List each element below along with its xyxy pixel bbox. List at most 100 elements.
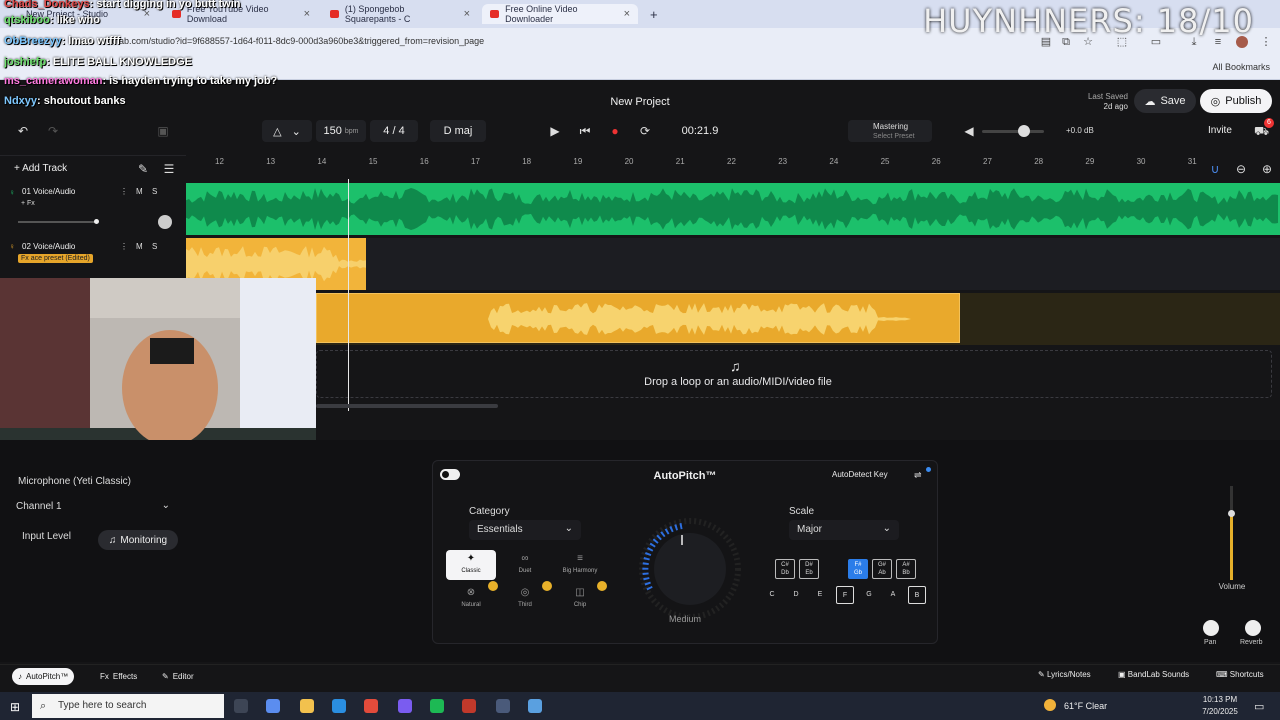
preset-classic[interactable]: ✦ Classic (446, 550, 496, 580)
new-tab-button[interactable]: + (642, 4, 662, 24)
track-menu-icon[interactable]: ⋮ (120, 242, 128, 251)
copilot-icon[interactable] (266, 699, 280, 713)
pan-knob[interactable] (1203, 620, 1219, 636)
tab-effects[interactable]: Fx Effects (94, 668, 143, 685)
tab-editor[interactable]: ✎ Editor (156, 668, 200, 685)
bpm-field[interactable]: 150 bpm (316, 120, 366, 142)
app-icon[interactable] (496, 699, 510, 713)
zoom-out-icon[interactable]: ⊖ (1234, 162, 1248, 176)
tab-video-downloader[interactable]: Free Online Video Downloader × (482, 4, 638, 24)
app-icon[interactable] (462, 699, 476, 713)
layout-icon[interactable]: ▣ (156, 124, 170, 138)
tab-spongebob[interactable]: (1) Spongebob Squarepants - C × (322, 4, 478, 24)
key-e[interactable]: E (811, 586, 829, 604)
tracks-settings-icon[interactable]: ☰ (162, 162, 176, 176)
task-view-icon[interactable] (234, 699, 248, 713)
master-volume-slider[interactable] (982, 130, 1044, 133)
track-volume-knob[interactable] (94, 219, 99, 224)
pan-knob[interactable] (158, 215, 172, 229)
fx-button[interactable]: + Fx (18, 199, 38, 208)
monitoring-button[interactable]: ♫ Monitoring (98, 530, 178, 550)
bandlab-sounds-button[interactable]: ▣ BandLab Sounds (1118, 670, 1189, 679)
chrome-icon[interactable] (364, 699, 378, 713)
chat-message: joshiefp: ELITE BALL KNOWLEDGE (4, 56, 192, 68)
close-icon[interactable]: × (464, 8, 470, 20)
playhead[interactable] (348, 179, 349, 411)
app-icon[interactable] (528, 699, 542, 713)
key-selector[interactable]: D maj (430, 120, 486, 142)
preset-duet[interactable]: ∞ Duet (500, 550, 550, 580)
speaker-icon[interactable]: ◀ (962, 124, 976, 138)
record-icon[interactable]: ● (608, 124, 622, 138)
track-1-clip[interactable] (186, 183, 1280, 235)
save-button[interactable]: ☁ Save (1134, 89, 1196, 113)
add-track-button[interactable]: + Add Track (14, 163, 67, 174)
key-c[interactable]: C (763, 586, 781, 604)
pencil-icon[interactable]: ✎ (136, 162, 150, 176)
edge-icon[interactable] (332, 699, 346, 713)
autodetect-key-button[interactable]: AutoDetect Key (832, 470, 888, 479)
key-d-sharp[interactable]: D# Eb (799, 559, 819, 579)
key-c-sharp[interactable]: C# Db (775, 559, 795, 579)
time-signature[interactable]: 4 / 4 (370, 120, 418, 142)
track-header-1[interactable]: 01 Voice/Audio + Fx ⋮ M S (0, 183, 186, 235)
track-header-2[interactable]: 02 Voice/Audio Fx ace preset (Edited) ⋮ … (0, 238, 186, 278)
microphone-select[interactable]: Microphone (Yeti Classic) (18, 476, 131, 487)
key-a-sharp[interactable]: A# Bb (896, 559, 916, 579)
key-g[interactable]: G (860, 586, 878, 604)
file-explorer-icon[interactable] (300, 699, 314, 713)
loop-icon[interactable]: ⟳ (638, 124, 652, 138)
key-f-sharp[interactable]: F# Gb (848, 559, 868, 579)
taskbar-search[interactable]: Type here to search (32, 694, 224, 718)
magnet-icon[interactable]: ∪ (1208, 162, 1222, 176)
reverb-knob[interactable] (1245, 620, 1261, 636)
mute-button[interactable]: M (136, 242, 143, 251)
settings-icon[interactable]: ⇌ (914, 470, 922, 481)
invite-button[interactable]: Invite (1208, 125, 1232, 136)
close-icon[interactable]: × (624, 8, 630, 20)
taskbar-clock[interactable]: 10:13 PM 7/20/2025 (1196, 694, 1244, 718)
windows-start-icon[interactable]: ⊞ (10, 700, 20, 714)
channel-select[interactable]: Channel 1 ⌄ (10, 498, 180, 518)
solo-button[interactable]: S (152, 187, 157, 196)
obs-icon[interactable] (398, 699, 412, 713)
close-icon[interactable]: × (304, 8, 310, 20)
all-bookmarks[interactable]: All Bookmarks (1212, 62, 1270, 72)
redo-icon[interactable]: ↷ (46, 124, 60, 138)
volume-knob[interactable] (1228, 510, 1235, 517)
weather-text[interactable]: 61°F Clear (1064, 701, 1107, 711)
mute-button[interactable]: M (136, 187, 143, 196)
publish-button[interactable]: ◎ Publish (1200, 89, 1272, 113)
project-title[interactable]: New Project (540, 96, 740, 108)
track-menu-icon[interactable]: ⋮ (120, 187, 128, 196)
rewind-icon[interactable]: ⏮ (578, 124, 592, 138)
lyrics-notes-button[interactable]: ✎ Lyrics/Notes (1038, 670, 1091, 679)
menu-icon[interactable]: ⋮ (1260, 36, 1272, 48)
autopitch-toggle[interactable] (440, 469, 460, 480)
drop-zone[interactable] (316, 350, 1272, 398)
master-volume-knob[interactable] (1018, 125, 1030, 137)
track-volume-slider[interactable] (18, 221, 98, 223)
spotify-icon[interactable] (430, 699, 444, 713)
key-a[interactable]: A (884, 586, 902, 604)
notification-icon[interactable]: ▭ (1254, 700, 1264, 713)
fx-preset-tag[interactable]: Fx ace preset (Edited) (18, 254, 93, 263)
category-select[interactable]: Essentials ⌄ (469, 520, 581, 540)
track-3-clip[interactable] (316, 293, 960, 343)
undo-icon[interactable]: ↶ (16, 124, 30, 138)
zoom-in-icon[interactable]: ⊕ (1260, 162, 1274, 176)
key-f[interactable]: F (836, 586, 854, 604)
scale-select[interactable]: Major ⌄ (789, 520, 899, 540)
preset-big-harmony[interactable]: ≡ Big Harmony (555, 550, 605, 580)
shortcuts-button[interactable]: ⌨ Shortcuts (1216, 670, 1264, 679)
key-g-sharp[interactable]: G# Ab (872, 559, 892, 579)
chat-text: : like who (49, 14, 100, 26)
solo-button[interactable]: S (152, 242, 157, 251)
horizontal-scrollbar[interactable] (316, 404, 498, 408)
metronome-button[interactable]: △ ⌄ (262, 120, 312, 142)
strength-dial[interactable] (636, 515, 744, 623)
tab-autopitch[interactable]: ♪ AutoPitch™ (12, 668, 75, 685)
play-icon[interactable]: ▶ (548, 124, 562, 138)
key-b[interactable]: B (908, 586, 926, 604)
key-d[interactable]: D (787, 586, 805, 604)
